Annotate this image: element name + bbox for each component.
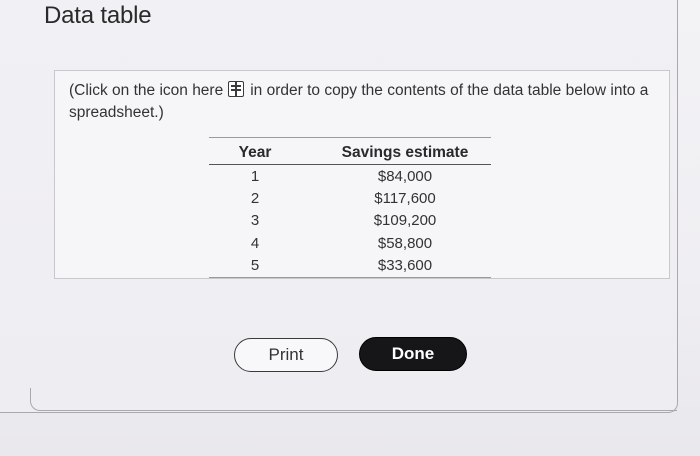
cell-year: 2 xyxy=(250,190,260,208)
data-table-dialog: Data table (Click on the icon here in ord… xyxy=(0,0,678,413)
cell-year: 3 xyxy=(250,212,260,230)
cell-year: 5 xyxy=(209,254,301,278)
table-header-row: Year Savings estimate xyxy=(209,141,491,165)
cell-savings: $58,800 xyxy=(377,234,433,252)
data-table-panel: (Click on the icon here in order to copy … xyxy=(54,70,670,279)
copy-instructions: (Click on the icon here in order to copy … xyxy=(69,80,649,124)
cell-savings: $117,600 xyxy=(374,190,436,208)
table-row: 4 $58,800 xyxy=(209,232,491,254)
cell-year: 1 xyxy=(250,167,260,185)
column-header-savings: Savings estimate xyxy=(301,141,491,165)
column-header-year: Year xyxy=(209,141,301,165)
cell-savings: $33,600 xyxy=(301,254,491,278)
cell-savings: $84,000 xyxy=(377,167,433,185)
copy-to-spreadsheet-icon[interactable] xyxy=(228,81,245,97)
table-row: 3 $109,200 xyxy=(209,210,491,232)
cell-savings: $109,200 xyxy=(373,212,437,230)
table-row: 1 $84,000 xyxy=(209,165,491,188)
cell-year: 4 xyxy=(250,234,260,252)
done-button[interactable]: Done xyxy=(359,337,467,371)
table-row: 5 $33,600 xyxy=(209,254,491,278)
print-button[interactable]: Print xyxy=(234,338,338,372)
table-top-rule xyxy=(209,137,491,138)
note-text-before: (Click on the icon here xyxy=(69,82,224,99)
dialog-title: Data table xyxy=(44,2,152,29)
table-row: 2 $117,600 xyxy=(209,187,491,209)
savings-table: Year Savings estimate 1 $84,000 2 $117,6… xyxy=(209,141,491,278)
dialog-frame-line xyxy=(30,388,677,411)
